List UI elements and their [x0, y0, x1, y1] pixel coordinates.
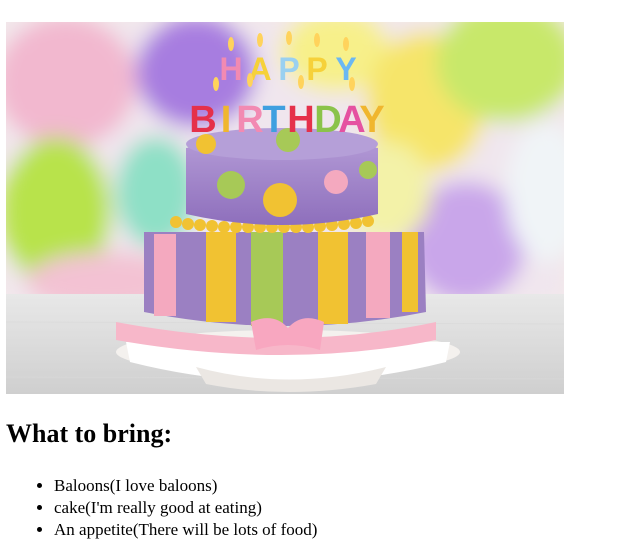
candle-letter: Y — [359, 99, 384, 141]
what-to-bring-heading: What to bring: — [6, 419, 173, 448]
birthday-cake-illustration: H A P P Y B I R T H D A Y — [6, 22, 564, 394]
candle-letter: P — [306, 51, 327, 87]
candle-letter: H — [219, 51, 242, 87]
candle-letter: T — [262, 99, 285, 141]
candle-letter: H — [287, 99, 314, 141]
top-tier — [186, 128, 378, 225]
candle-letter: B — [189, 99, 216, 141]
candle-letter: R — [236, 99, 263, 141]
candle-letter: P — [278, 51, 299, 87]
bring-list: Baloons(I love baloons) cake(I'm really … — [14, 475, 317, 541]
bottom-tier — [144, 232, 426, 326]
candle-letter: I — [221, 99, 232, 141]
list-item: An appetite(There will be lots of food) — [54, 519, 317, 541]
birthday-cake-image: H A P P Y B I R T H D A Y — [6, 22, 564, 394]
list-item: Baloons(I love baloons) — [54, 475, 317, 497]
list-item: cake(I'm really good at eating) — [54, 497, 317, 519]
